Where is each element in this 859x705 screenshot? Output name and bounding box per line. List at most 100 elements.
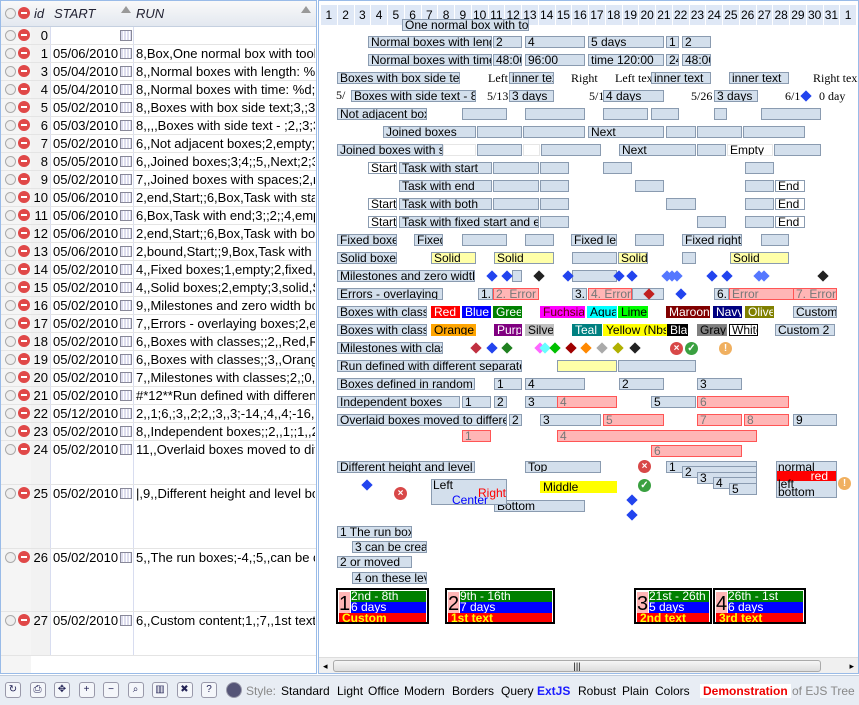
- gantt-box[interactable]: normal red left bottom: [776, 461, 837, 498]
- row-select-radio[interactable]: [5, 372, 16, 383]
- gantt-box[interactable]: 5/26: [689, 90, 712, 103]
- zoom-fit-icon[interactable]: ⌕: [127, 682, 144, 698]
- row-select-radio[interactable]: [5, 390, 16, 401]
- zoom-out-icon[interactable]: −: [103, 682, 119, 698]
- gantt-box[interactable]: Milestones and zero width: [337, 270, 475, 282]
- delete-row-icon[interactable]: [18, 209, 30, 221]
- calendar-icon[interactable]: [120, 138, 132, 149]
- calendar-icon[interactable]: [120, 552, 132, 563]
- delete-row-icon[interactable]: [18, 371, 30, 383]
- row-run[interactable]: 2,end,Start;;6,Box,Task with both: [134, 225, 315, 242]
- style-option-modern[interactable]: Modern: [404, 684, 445, 698]
- gantt-box[interactable]: [651, 108, 679, 120]
- gantt-box[interactable]: [618, 360, 696, 372]
- gantt-box[interactable]: Solid: [618, 252, 648, 264]
- gantt-box[interactable]: [477, 144, 522, 156]
- gantt-box[interactable]: Fixed: [414, 234, 443, 246]
- calendar-icon[interactable]: [120, 488, 132, 499]
- delete-row-icon[interactable]: [18, 317, 30, 329]
- style-option-standard[interactable]: Standard: [281, 684, 330, 698]
- gantt-box[interactable]: [666, 198, 696, 210]
- gantt-box[interactable]: Task with start: [399, 162, 492, 174]
- style-option-query[interactable]: Query: [501, 684, 534, 698]
- row-select-radio[interactable]: [5, 444, 16, 455]
- demonstration-link[interactable]: Demonstration: [700, 684, 791, 698]
- milestone-diamond-icon[interactable]: [470, 342, 482, 354]
- table-row[interactable]: 26 05/02/2010 5,,The run boxes;-4,;5,,can …: [1, 549, 316, 612]
- gantt-box[interactable]: End: [775, 198, 805, 210]
- gantt-box[interactable]: 3: [540, 414, 601, 426]
- delete-row-icon[interactable]: [18, 29, 30, 41]
- delete-row-icon[interactable]: [18, 353, 30, 365]
- table-row[interactable]: 14 05/02/2010 4,,Fixed boxes;1,empty;2,fix…: [1, 261, 316, 279]
- row-run[interactable]: 8,,Independent boxes;;2,,1;;1,,2;1: [134, 423, 315, 440]
- delete-row-icon[interactable]: [18, 407, 30, 419]
- row-run[interactable]: #*12**Run defined with different: [134, 387, 315, 404]
- milestone-diamond-icon[interactable]: [501, 270, 513, 282]
- table-row[interactable]: 24 05/02/2010 11,,Overlaid boxes moved to …: [1, 441, 316, 485]
- gantt-box[interactable]: [745, 162, 774, 174]
- style-option-plain[interactable]: Plain: [622, 684, 649, 698]
- gantt-box[interactable]: inner tex: [509, 72, 554, 84]
- gantt-box[interactable]: Purpl: [494, 324, 522, 336]
- gantt-box[interactable]: 5: [603, 414, 664, 426]
- calendar-icon[interactable]: [120, 84, 132, 95]
- calendar-icon[interactable]: [120, 174, 132, 185]
- gantt-box[interactable]: Task with end: [399, 180, 492, 192]
- select-all-radio[interactable]: [5, 8, 16, 19]
- row-select-radio[interactable]: [5, 138, 16, 149]
- column-header-id[interactable]: id: [34, 6, 44, 21]
- gantt-box[interactable]: 9: [793, 414, 837, 426]
- milestone-diamond-icon[interactable]: [549, 342, 561, 354]
- milestone-diamond-icon[interactable]: [626, 270, 638, 282]
- gantt-box[interactable]: [540, 216, 569, 228]
- scroll-left-icon[interactable]: ◂: [323, 661, 328, 672]
- gantt-box[interactable]: Left Right Center: [431, 479, 507, 505]
- calendar-icon[interactable]: [120, 246, 132, 257]
- gantt-box[interactable]: [697, 216, 726, 228]
- row-run[interactable]: 11,,Overlaid boxes moved to diffe: [134, 441, 315, 484]
- gantt-box[interactable]: Blue: [462, 306, 491, 318]
- gantt-box[interactable]: 48:00: [682, 54, 711, 66]
- custom-content-box[interactable]: 3 21st - 26th 5 days 2nd text: [634, 588, 712, 624]
- gantt-box[interactable]: Task with both: [399, 198, 492, 210]
- row-run[interactable]: 6,,Boxes with classes;;2,,Red,Re: [134, 333, 315, 350]
- gantt-box[interactable]: Gray: [697, 324, 727, 336]
- gantt-box[interactable]: 4: [525, 378, 585, 390]
- calendar-icon[interactable]: [120, 426, 132, 437]
- gantt-box[interactable]: 2: [493, 36, 522, 48]
- style-option-borders[interactable]: Borders: [452, 684, 494, 698]
- warning-icon[interactable]: !: [719, 342, 732, 355]
- delete-row-icon[interactable]: [18, 227, 30, 239]
- row-run[interactable]: 4,,Fixed boxes;1,empty;2,fixed,Fi: [134, 261, 315, 278]
- delete-row-icon[interactable]: [18, 335, 30, 347]
- error-icon[interactable]: ×: [670, 342, 683, 355]
- gantt-box[interactable]: Overlaid boxes moved to differen: [337, 414, 507, 426]
- row-select-radio[interactable]: [5, 300, 16, 311]
- gantt-box[interactable]: 7: [697, 414, 742, 426]
- row-run[interactable]: 7,,Milestones with classes;2,;0,m: [134, 369, 315, 386]
- gantt-box[interactable]: 1 The run box: [337, 526, 412, 538]
- table-row[interactable]: 20 05/02/2010 7,,Milestones with classes;2…: [1, 369, 316, 387]
- gantt-box[interactable]: Right: [569, 72, 598, 85]
- gantt-box[interactable]: Teal: [572, 324, 602, 336]
- calendar-icon[interactable]: [120, 372, 132, 383]
- delete-row-icon[interactable]: [18, 614, 30, 626]
- gantt-box[interactable]: 2: [619, 378, 664, 390]
- gantt-box[interactable]: 6: [697, 396, 789, 408]
- delete-row-icon[interactable]: [18, 191, 30, 203]
- gantt-box[interactable]: Right tex: [811, 72, 857, 85]
- gantt-box[interactable]: 3 can be creat: [352, 541, 427, 553]
- row-run[interactable]: 8,,Normal boxes with length: %n: [134, 63, 315, 80]
- milestone-diamond-icon[interactable]: [501, 342, 513, 354]
- gantt-box[interactable]: Boxes with class: [337, 324, 427, 336]
- delete-row-icon[interactable]: [18, 83, 30, 95]
- gantt-box[interactable]: [541, 144, 601, 156]
- table-row[interactable]: 7 05/02/2010 6,,Not adjacent boxes;2,empty…: [1, 135, 316, 153]
- table-row[interactable]: 1 05/06/2010 8,Box,One normal box with too…: [1, 45, 316, 63]
- tools-icon[interactable]: ✖: [176, 682, 193, 698]
- milestone-diamond-icon[interactable]: [486, 342, 498, 354]
- gantt-box[interactable]: Milestones with clas: [337, 342, 443, 354]
- gantt-box[interactable]: [572, 270, 617, 282]
- delete-row-icon[interactable]: [18, 487, 30, 499]
